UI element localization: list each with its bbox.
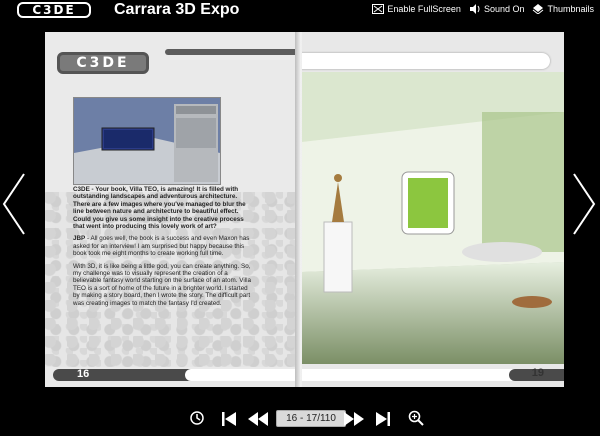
flipbook[interactable]: C3DE C3DE - Your book, Villa TEO, is ama… [40, 32, 564, 390]
right-page[interactable]: 19 [302, 32, 564, 387]
sound-label: Sound On [483, 4, 525, 14]
book-stage: C3DE C3DE - Your book, Villa TEO, is ama… [0, 22, 600, 400]
magazine-logo: C3DE [57, 52, 149, 74]
first-page-icon[interactable] [222, 411, 236, 427]
left-page-number: 16 [77, 368, 90, 380]
fullscreen-icon [372, 4, 385, 14]
app-title: Carrara 3D Expo [114, 1, 240, 18]
help-icon[interactable] [190, 411, 204, 425]
sound-button[interactable]: Sound On [469, 4, 525, 14]
thumbnails-icon [533, 4, 544, 14]
previous-page-icon[interactable] [248, 411, 268, 427]
top-bar: C3DE Carrara 3D Expo Enable FullScreen S… [0, 0, 600, 22]
interview-article: C3DE - Your book, Villa TEO, is amazing!… [73, 186, 253, 312]
software-screenshot [73, 97, 221, 185]
paragraph-question: C3DE - Your book, Villa TEO, is amazing!… [73, 186, 246, 231]
header-actions: Enable FullScreen Sound On Thumbnails [372, 4, 594, 14]
header-pill [302, 53, 550, 69]
fullscreen-button[interactable]: Enable FullScreen [372, 4, 461, 14]
interior-render-image [302, 72, 564, 364]
zoom-in-icon[interactable] [408, 410, 424, 426]
left-page[interactable]: C3DE C3DE - Your book, Villa TEO, is ama… [45, 32, 300, 387]
thumbnails-button[interactable]: Thumbnails [532, 4, 594, 14]
header-strip [165, 49, 300, 55]
previous-arrow-icon[interactable] [2, 172, 26, 236]
paragraph-answer-2: With 3D, it is like being a little god, … [73, 262, 252, 307]
left-footer-pill [185, 369, 300, 381]
page-indicator-field[interactable]: 16 - 17/110 [276, 410, 346, 427]
right-page-number: 19 [531, 367, 544, 379]
speaker-icon [469, 4, 480, 14]
fullscreen-label: Enable FullScreen [387, 4, 461, 14]
next-arrow-icon[interactable] [572, 172, 596, 236]
thumbnails-label: Thumbnails [547, 4, 594, 14]
app-logo[interactable]: C3DE [17, 2, 91, 18]
last-page-icon[interactable] [376, 411, 390, 427]
paragraph-answer-1: JBP - All goes well, the book is a succe… [73, 235, 250, 258]
next-page-icon[interactable] [344, 411, 364, 427]
right-page-number-wrap: 19 [302, 367, 564, 381]
